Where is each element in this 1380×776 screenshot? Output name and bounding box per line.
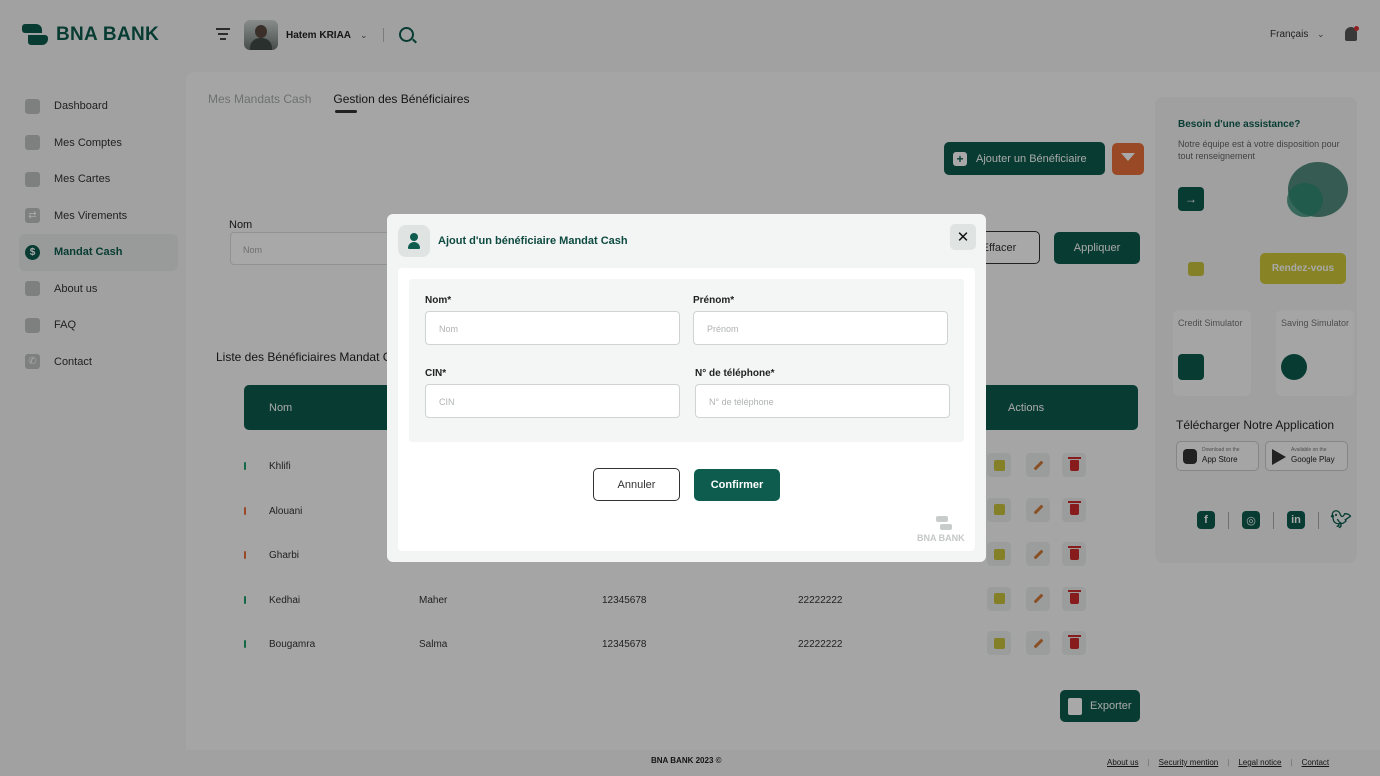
- cancel-button[interactable]: Annuler: [593, 468, 680, 501]
- bna-watermark: BNA BANK: [917, 514, 969, 546]
- close-button[interactable]: ✕: [950, 224, 976, 250]
- add-beneficiary-modal: Ajout d'un bénéficiaire Mandat Cash ✕ No…: [387, 214, 986, 562]
- prenom-label: Prénom*: [693, 295, 735, 306]
- watermark-text: BNA BANK: [917, 533, 965, 543]
- bna-logo-icon: [936, 516, 952, 530]
- modal-title: Ajout d'un bénéficiaire Mandat Cash: [438, 235, 628, 247]
- user-icon: [398, 225, 430, 257]
- confirm-button[interactable]: Confirmer: [694, 469, 780, 501]
- phone-input[interactable]: N° de téléphone: [695, 384, 950, 418]
- nom-label: Nom*: [425, 295, 452, 306]
- phone-label: N° de téléphone*: [695, 368, 775, 379]
- prenom-input[interactable]: Prénom: [693, 311, 948, 345]
- nom-input[interactable]: Nom: [425, 311, 680, 345]
- beneficiary-form: Nom* Nom Prénom* Prénom CIN* CIN N° de t…: [409, 279, 964, 442]
- cin-input[interactable]: CIN: [425, 384, 680, 418]
- modal-body: Nom* Nom Prénom* Prénom CIN* CIN N° de t…: [398, 268, 975, 551]
- close-icon: ✕: [956, 229, 970, 246]
- cin-label: CIN*: [425, 368, 447, 379]
